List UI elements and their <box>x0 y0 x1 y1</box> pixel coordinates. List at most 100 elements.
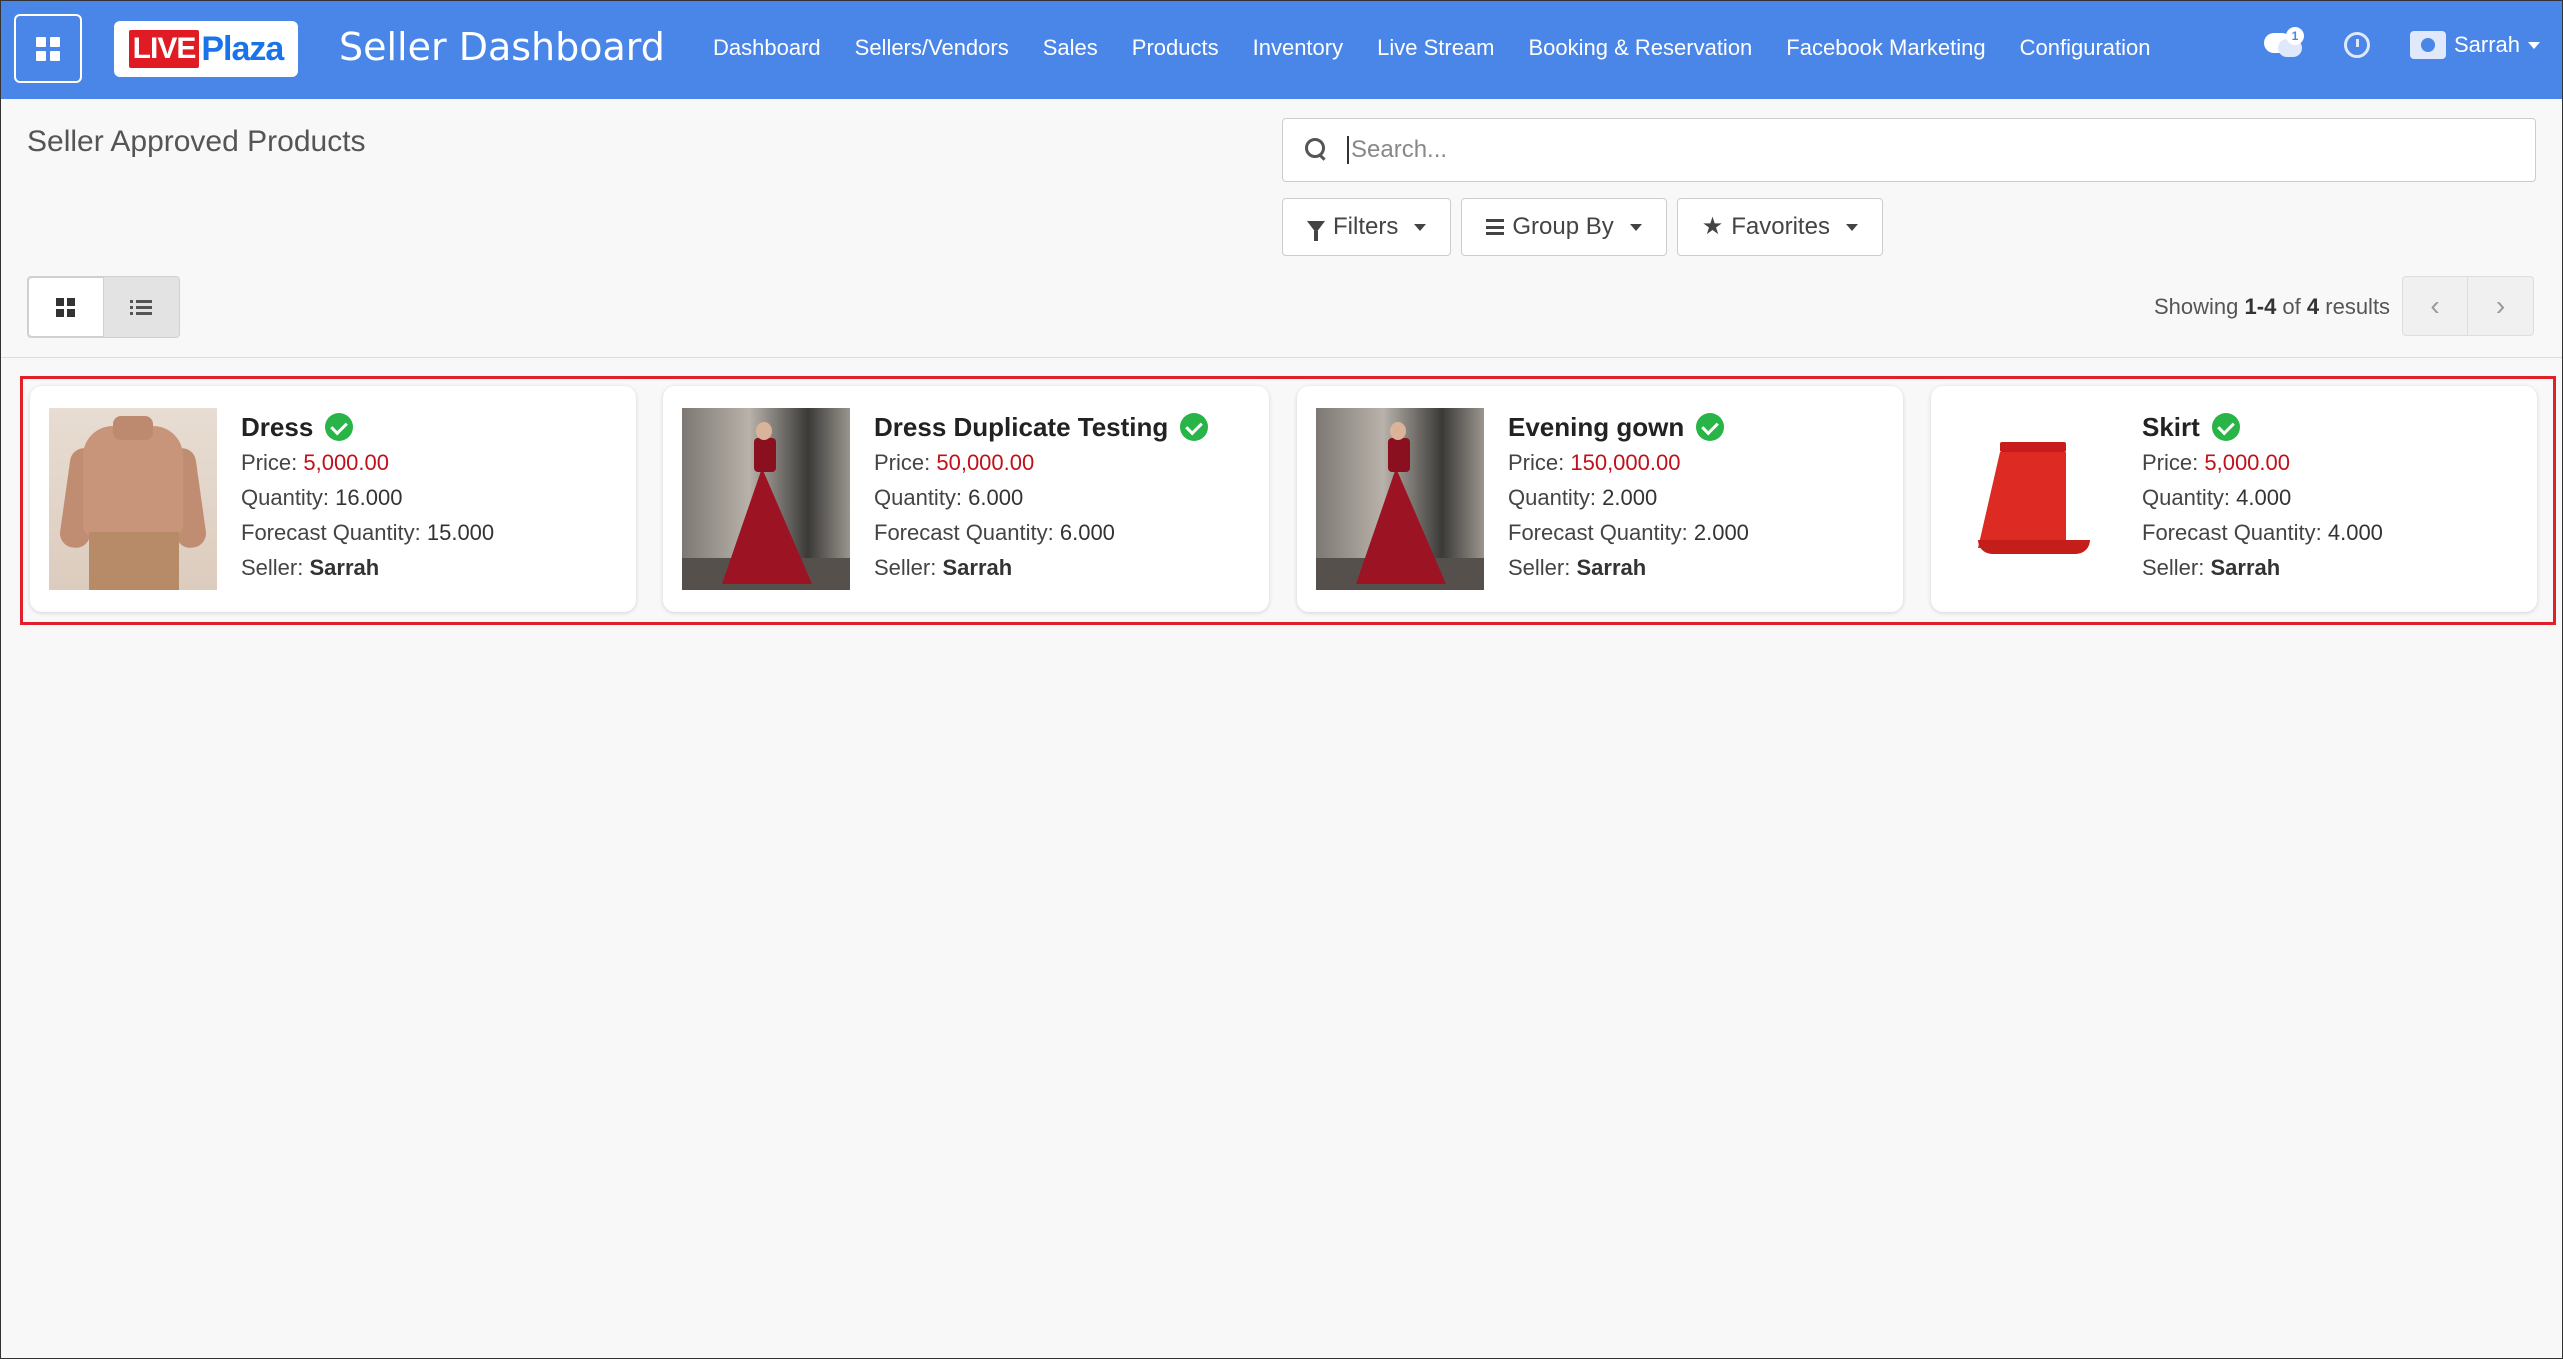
quantity-label: Quantity: <box>2142 485 2237 510</box>
approved-check-icon <box>1696 413 1725 441</box>
search-bar <box>1282 118 2536 182</box>
liveplaza-logo[interactable]: LIVE Plaza <box>114 21 298 77</box>
activity-clock-icon[interactable] <box>2343 32 2370 58</box>
product-name: Skirt <box>2142 411 2200 442</box>
search-input[interactable] <box>1347 136 2497 164</box>
product-seller: Sarrah <box>1576 555 1647 580</box>
menu-configuration[interactable]: Configuration <box>2003 35 2168 61</box>
pager-of: of <box>2276 294 2307 319</box>
filter-icon <box>1307 221 1325 241</box>
filters-caret-icon <box>1414 223 1427 231</box>
product-name: Dress <box>241 411 314 442</box>
logo-live-text: LIVE <box>128 30 200 68</box>
seller-label: Seller: <box>241 555 310 580</box>
top-navbar: LIVE Plaza Seller Dashboard Dashboard Sel… <box>1 1 2562 99</box>
pager-prefix: Showing <box>2154 294 2245 319</box>
menu-dashboard[interactable]: Dashboard <box>713 35 838 61</box>
product-seller: Sarrah <box>2210 555 2281 580</box>
product-image-gown <box>682 408 850 590</box>
quantity-label: Quantity: <box>241 485 336 510</box>
star-icon: ★ <box>1701 213 1724 240</box>
group-by-icon <box>1486 219 1505 235</box>
price-label: Price: <box>874 450 937 475</box>
product-name: Dress Duplicate Testing <box>874 411 1169 442</box>
product-name: Evening gown <box>1508 411 1685 442</box>
product-info: Skirt Price: 5,000.00 Quantity: 4.000 Fo… <box>2142 410 2383 584</box>
app-switcher-button[interactable] <box>14 14 82 83</box>
pager-range: 1-4 <box>2244 294 2277 319</box>
product-image-gown <box>1316 408 1484 590</box>
logo-plaza-text: Plaza <box>201 29 284 68</box>
product-price: 150,000.00 <box>1570 450 1681 475</box>
quantity-label: Quantity: <box>874 485 969 510</box>
forecast-label: Forecast Quantity: <box>241 520 427 545</box>
chevron-right-icon: › <box>2495 290 2506 321</box>
menu-live-stream[interactable]: Live Stream <box>1360 35 1511 61</box>
menu-booking-reservation[interactable]: Booking & Reservation <box>1512 35 1770 61</box>
approved-check-icon <box>325 413 354 441</box>
seller-label: Seller: <box>874 555 943 580</box>
product-card-dress-duplicate-testing[interactable]: Dress Duplicate Testing Price: 50,000.00… <box>663 386 1269 612</box>
approved-check-icon <box>1180 413 1209 441</box>
pager-buttons: ‹ › <box>2402 276 2534 336</box>
product-info: Evening gown Price: 150,000.00 Quantity:… <box>1508 410 1749 584</box>
product-card-evening-gown[interactable]: Evening gown Price: 150,000.00 Quantity:… <box>1297 386 1903 612</box>
view-switcher <box>27 276 180 338</box>
page-title: Seller Approved Products <box>27 125 366 158</box>
price-label: Price: <box>241 450 304 475</box>
group-by-button[interactable]: Group By <box>1461 198 1667 256</box>
navbar-systray: 1 Sarrah <box>2263 27 2540 63</box>
product-seller: Sarrah <box>309 555 380 580</box>
product-quantity: 4.000 <box>2236 485 2292 510</box>
pager-previous-button[interactable]: ‹ <box>2402 276 2468 336</box>
price-label: Price: <box>2142 450 2205 475</box>
product-forecast: 15.000 <box>426 520 495 545</box>
apps-grid-icon <box>36 36 60 61</box>
search-options: Filters Group By ★ Favorites <box>1282 198 1883 256</box>
favorites-label: Favorites <box>1731 213 1830 240</box>
menu-sales[interactable]: Sales <box>1026 35 1115 61</box>
product-image-skirt <box>1950 408 2118 590</box>
forecast-label: Forecast Quantity: <box>1508 520 1694 545</box>
pager-next-button[interactable]: › <box>2468 276 2534 336</box>
product-price: 5,000.00 <box>303 450 389 475</box>
messages-count-badge: 1 <box>2285 27 2304 45</box>
product-seller: Sarrah <box>942 555 1013 580</box>
user-menu-caret-icon <box>2528 41 2540 49</box>
product-forecast: 2.000 <box>1693 520 1749 545</box>
list-icon <box>130 299 153 315</box>
menu-products[interactable]: Products <box>1115 35 1236 61</box>
menu-facebook-marketing[interactable]: Facebook Marketing <box>1769 35 2002 61</box>
pager-summary: Showing 1-4 of 4 results <box>2154 294 2390 320</box>
product-image-sweater <box>49 408 217 590</box>
price-label: Price: <box>1508 450 1571 475</box>
quantity-label: Quantity: <box>1508 485 1603 510</box>
filters-button[interactable]: Filters <box>1282 198 1452 256</box>
list-view-button[interactable] <box>104 277 180 337</box>
product-quantity: 2.000 <box>1602 485 1658 510</box>
product-info: Dress Price: 5,000.00 Quantity: 16.000 F… <box>241 410 494 584</box>
approved-check-icon <box>2211 413 2240 441</box>
messages-icon[interactable]: 1 <box>2263 27 2304 63</box>
favorites-button[interactable]: ★ Favorites <box>1676 198 1883 256</box>
user-menu[interactable]: Sarrah <box>2409 31 2540 59</box>
forecast-label: Forecast Quantity: <box>2142 520 2328 545</box>
control-panel-divider <box>1 357 2562 358</box>
group-by-caret-icon <box>1629 223 1642 231</box>
chevron-left-icon: ‹ <box>2430 290 2440 321</box>
kanban-view-button[interactable] <box>28 277 104 337</box>
product-forecast: 6.000 <box>1059 520 1115 545</box>
kanban-grid-icon <box>56 297 76 317</box>
menu-sellers-vendors[interactable]: Sellers/Vendors <box>838 35 1026 61</box>
pager-total: 4 <box>2306 294 2320 319</box>
seller-label: Seller: <box>2142 555 2211 580</box>
forecast-label: Forecast Quantity: <box>874 520 1060 545</box>
user-name: Sarrah <box>2453 32 2520 57</box>
app-title: Seller Dashboard <box>339 25 665 69</box>
menu-inventory[interactable]: Inventory <box>1236 35 1361 61</box>
product-quantity: 6.000 <box>968 485 1024 510</box>
main-menu: Dashboard Sellers/Vendors Sales Products… <box>713 35 2168 61</box>
product-card-dress[interactable]: Dress Price: 5,000.00 Quantity: 16.000 F… <box>30 386 636 612</box>
search-icon <box>1305 138 1329 162</box>
product-card-skirt[interactable]: Skirt Price: 5,000.00 Quantity: 4.000 Fo… <box>1931 386 2537 612</box>
